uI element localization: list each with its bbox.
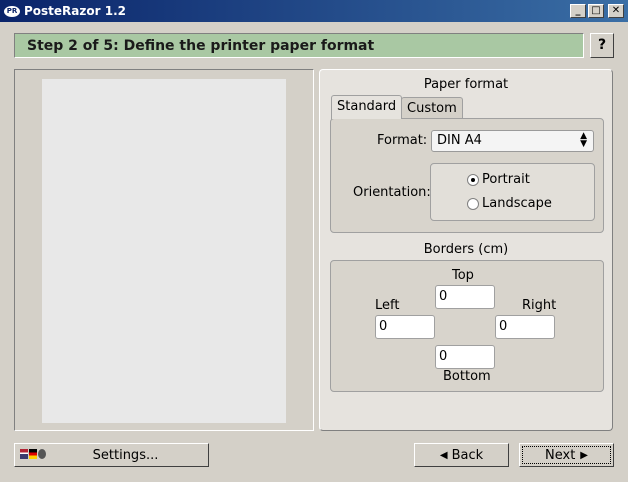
next-button[interactable]: Next ▶ bbox=[519, 443, 614, 467]
top-border-label: Top bbox=[452, 268, 474, 283]
minimize-button[interactable]: _ bbox=[570, 4, 586, 18]
portrait-label: Portrait bbox=[482, 172, 530, 187]
app-icon: PR bbox=[4, 5, 20, 17]
bottom-border-input[interactable]: 0 bbox=[435, 345, 495, 369]
top-border-input[interactable]: 0 bbox=[435, 285, 495, 309]
orientation-label: Orientation: bbox=[353, 185, 431, 200]
settings-label: Settings... bbox=[92, 447, 159, 463]
settings-panel: Paper format Standard Custom Format: DIN… bbox=[319, 69, 613, 431]
back-label: Back bbox=[451, 447, 484, 463]
back-button[interactable]: ◀ Back bbox=[414, 443, 509, 467]
borders-group: Top 0 Left 0 Right 0 0 Bottom bbox=[330, 260, 604, 392]
paper-format-title: Paper format bbox=[423, 77, 509, 92]
tab-custom[interactable]: Custom bbox=[401, 97, 463, 119]
language-flags-icon bbox=[20, 449, 47, 459]
right-border-label: Right bbox=[522, 298, 557, 313]
help-button[interactable]: ? bbox=[590, 33, 614, 58]
standard-format-group: Format: DIN A4 ▲ ▼ Orientation: Portrait … bbox=[330, 118, 604, 233]
format-label: Format: bbox=[377, 133, 428, 148]
left-border-label: Left bbox=[375, 298, 400, 313]
step-title: Step 2 of 5: Define the printer paper fo… bbox=[14, 33, 584, 58]
next-label: Next bbox=[545, 447, 576, 463]
format-select[interactable]: DIN A4 ▲ ▼ bbox=[431, 130, 594, 152]
landscape-label: Landscape bbox=[482, 196, 552, 211]
landscape-radio[interactable] bbox=[467, 197, 479, 210]
arrow-right-icon: ▶ bbox=[580, 449, 588, 461]
arrow-left-icon: ◀ bbox=[439, 449, 448, 461]
borders-title: Borders (cm) bbox=[423, 242, 509, 257]
close-button[interactable]: ✕ bbox=[608, 4, 624, 18]
portrait-option[interactable]: Portrait bbox=[467, 172, 530, 187]
orientation-group: Portrait Landscape bbox=[430, 163, 595, 221]
tab-standard[interactable]: Standard bbox=[331, 95, 403, 119]
preview-panel bbox=[14, 69, 314, 431]
title-bar[interactable]: PR PosteRazor 1.2 _ □ ✕ bbox=[0, 0, 628, 22]
right-border-input[interactable]: 0 bbox=[495, 315, 555, 339]
window-title: PosteRazor 1.2 bbox=[24, 4, 126, 18]
paper-preview bbox=[42, 79, 286, 423]
left-border-input[interactable]: 0 bbox=[375, 315, 435, 339]
updown-arrows-icon: ▲ ▼ bbox=[580, 131, 587, 149]
portrait-radio[interactable] bbox=[467, 173, 479, 186]
maximize-button[interactable]: □ bbox=[588, 4, 604, 18]
landscape-option[interactable]: Landscape bbox=[467, 196, 552, 211]
format-value: DIN A4 bbox=[437, 133, 482, 148]
settings-button[interactable]: Settings... bbox=[14, 443, 209, 467]
bottom-border-label: Bottom bbox=[443, 369, 491, 384]
